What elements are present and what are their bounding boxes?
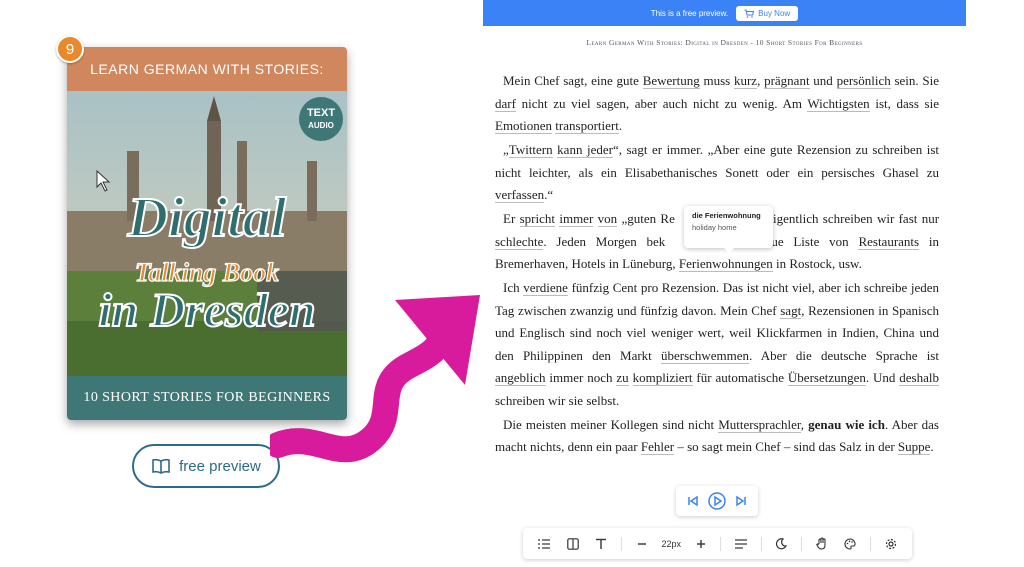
book-open-icon — [152, 458, 170, 474]
buy-now-label: Buy Now — [758, 8, 791, 18]
zoom-value: 22px — [661, 538, 681, 549]
align-icon[interactable] — [732, 535, 750, 553]
word[interactable]: kompliziert — [632, 370, 693, 386]
free-preview-button[interactable]: free preview — [132, 444, 280, 488]
audio-player — [676, 486, 758, 516]
zoom-in-icon[interactable] — [692, 535, 710, 553]
word[interactable]: Fehler — [640, 439, 675, 455]
reader-toolbar: 22px — [523, 528, 912, 559]
skip-forward-icon[interactable] — [734, 494, 748, 508]
word[interactable]: deshalb — [899, 370, 939, 386]
word[interactable]: Twittern — [508, 142, 553, 158]
divider — [720, 536, 722, 551]
zoom-out-icon[interactable] — [633, 535, 651, 553]
list-icon[interactable] — [535, 535, 553, 553]
divider — [801, 536, 803, 551]
word[interactable]: Muttersprachler — [718, 416, 801, 433]
cart-icon — [744, 9, 755, 18]
paragraph-1: Mein Chef sagt, eine gute Bewertung muss… — [495, 73, 940, 134]
free-preview-label: free preview — [179, 457, 261, 475]
tooltip-word: die Ferienwohnung — [692, 211, 761, 220]
word[interactable]: sagt — [780, 302, 802, 319]
play-icon[interactable] — [707, 491, 727, 511]
gear-icon[interactable] — [882, 535, 900, 553]
reader-text: Mein Chef sagt, eine gute Bewertung muss… — [495, 70, 939, 460]
word[interactable]: Suppe — [897, 439, 931, 455]
divider — [760, 536, 762, 551]
word[interactable]: Bewertung — [642, 73, 700, 89]
running-head: Learn German With Stories: Digital in Dr… — [586, 38, 863, 47]
word[interactable]: kann jeder — [557, 142, 613, 158]
preview-notice: This is a free preview. — [650, 8, 729, 18]
cover-title-digital: Digital — [127, 187, 287, 249]
number-badge: 9 — [56, 35, 84, 63]
word[interactable]: Restaurants — [858, 233, 920, 250]
word[interactable]: prägnant — [764, 73, 810, 89]
word[interactable]: schlechte — [495, 233, 544, 250]
word[interactable]: spricht — [519, 211, 555, 227]
word[interactable]: verdiene — [523, 280, 568, 296]
word[interactable]: immer — [559, 211, 594, 227]
paragraph-4: Ich verdiene fünfzig Cent pro Rezension.… — [495, 280, 939, 408]
word[interactable]: transportiert — [555, 118, 619, 134]
font-icon[interactable] — [592, 535, 610, 553]
word[interactable]: darf — [495, 95, 516, 112]
word[interactable]: von — [597, 211, 618, 227]
paragraph-2: „Twittern kann jeder“, sagt er immer. „A… — [495, 142, 939, 203]
word[interactable]: kurz — [733, 73, 758, 89]
cover-tag-audio: AUDIO — [308, 121, 334, 130]
word[interactable]: angeblich — [495, 370, 546, 386]
word[interactable]: Emotionen — [495, 118, 553, 134]
buy-now-button[interactable]: Buy Now — [736, 5, 799, 21]
word[interactable]: Übersetzungen — [787, 370, 866, 386]
translation-tooltip: die Ferienwohnung holiday home — [684, 206, 773, 253]
tooltip-translation: holiday home — [692, 223, 737, 232]
cover-top-text: LEARN GERMAN WITH STORIES: — [67, 47, 347, 91]
word[interactable]: überschwemmen — [660, 347, 750, 364]
layout-columns-icon[interactable] — [564, 535, 582, 553]
word[interactable]: zu — [616, 370, 629, 386]
moon-icon[interactable] — [772, 535, 790, 553]
divider — [870, 536, 872, 551]
cover-subtitle: Talking Book — [135, 258, 279, 287]
bold-phrase: genau wie ich — [808, 416, 885, 432]
skip-back-icon[interactable] — [686, 494, 700, 508]
cover-tag-text: TEXT — [307, 107, 335, 119]
word[interactable]: Ferienwohnungen — [678, 256, 773, 272]
hand-icon[interactable] — [813, 535, 831, 553]
word[interactable]: verfassen — [495, 187, 545, 203]
divider — [621, 536, 623, 551]
word[interactable]: persönlich — [836, 73, 891, 89]
preview-banner: This is a free preview. Buy Now — [483, 0, 966, 26]
palette-icon[interactable] — [841, 535, 859, 553]
paragraph-5: Die meisten meiner Kollegen sind nicht M… — [495, 416, 939, 455]
arrow-graphic — [270, 295, 480, 463]
word[interactable]: Wichtigsten — [807, 95, 870, 112]
